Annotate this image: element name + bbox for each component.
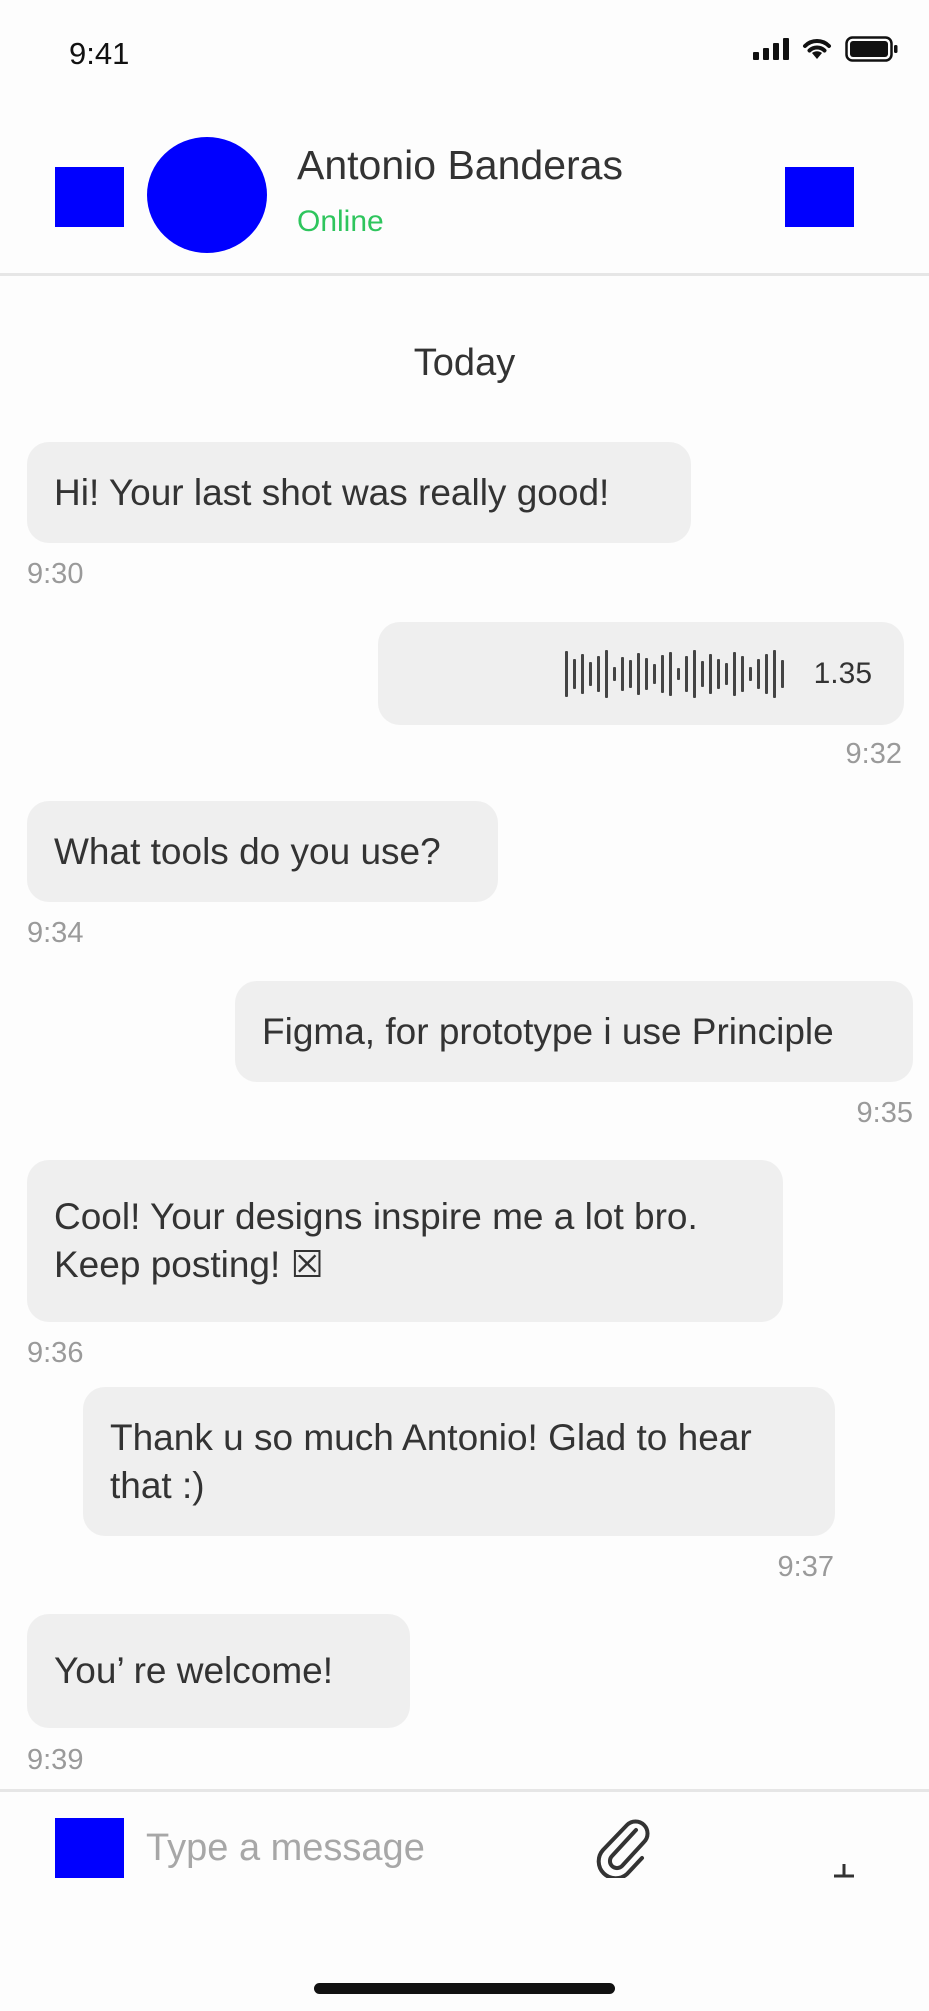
signal-icon — [753, 38, 789, 60]
waveform-bar — [620, 656, 624, 691]
voice-message-bubble[interactable]: 1.35 — [378, 622, 904, 725]
message-time: 9:36 — [27, 1337, 84, 1369]
waveform-bar — [692, 649, 696, 698]
waveform-bar — [636, 652, 640, 695]
message-text-line: Keep posting! ☒ — [54, 1244, 324, 1285]
paperclip-icon[interactable] — [592, 1812, 652, 1878]
message-text-line: Thank u so much Antonio! Glad to hear — [110, 1416, 752, 1458]
waveform-bar — [604, 649, 608, 698]
message-bubble-received[interactable]: Hi! Your last shot was really good! — [27, 442, 691, 543]
waveform-bar — [572, 658, 576, 689]
waveform-bar — [780, 659, 784, 688]
message-time: 9:34 — [27, 917, 84, 949]
contact-name: Antonio Banderas — [297, 142, 623, 188]
waveform-bar — [628, 659, 632, 688]
waveform-bar — [596, 655, 600, 692]
waveform-bar — [684, 655, 688, 692]
chat-header: Antonio Banderas Online — [0, 100, 929, 276]
waveform-bar — [700, 660, 704, 687]
wifi-icon — [803, 39, 831, 59]
message-text: Hi! Your last shot was really good! — [54, 471, 610, 513]
waveform-bar — [764, 653, 768, 694]
waveform-bar — [756, 658, 760, 689]
waveform-bar — [588, 661, 592, 686]
message-bubble-received[interactable]: Cool! Your designs inspire me a lot bro.… — [27, 1160, 783, 1322]
waveform-bar — [748, 666, 752, 681]
waveform-bar — [612, 666, 616, 681]
message-text-line: Cool! Your designs inspire me a lot bro. — [54, 1196, 698, 1237]
battery-icon — [845, 36, 898, 62]
waveform-bar — [716, 658, 720, 689]
status-time: 9:41 — [69, 36, 130, 71]
message-text: What tools do you use? — [54, 830, 441, 872]
waveform-bar — [772, 649, 776, 698]
waveform-bar — [724, 662, 728, 685]
message-bubble-received[interactable]: You’ re welcome! — [27, 1614, 410, 1728]
day-separator: Today — [413, 342, 516, 384]
waveform-bar — [676, 667, 680, 680]
waveform-bar — [732, 651, 736, 696]
chat-screen: 9:41 Antonio Banderas Online Today Hi! Y… — [0, 0, 929, 2011]
waveform-bar — [660, 654, 664, 693]
waveform-bar — [668, 651, 672, 696]
waveform-bar — [564, 650, 568, 697]
message-time: 9:37 — [777, 1551, 834, 1583]
waveform-bar — [652, 663, 656, 684]
waveform-bar — [580, 653, 584, 694]
status-icons — [753, 36, 899, 62]
message-input[interactable] — [146, 1816, 566, 1880]
emoji-icon[interactable] — [55, 1818, 124, 1878]
message-bubble-sent[interactable]: Thank u so much Antonio! Glad to hear th… — [83, 1387, 835, 1536]
home-indicator[interactable] — [314, 1983, 615, 1994]
back-button[interactable] — [55, 167, 124, 227]
message-composer — [0, 1789, 929, 2011]
menu-button[interactable] — [785, 167, 854, 227]
message-text: Figma, for prototype i use Principle — [262, 1010, 834, 1052]
waveform-bar — [708, 653, 712, 694]
waveform-bar — [644, 657, 648, 690]
message-bubble-received[interactable]: What tools do you use? — [27, 801, 498, 902]
message-text-line: that :) — [110, 1464, 205, 1506]
message-time: 9:39 — [27, 1744, 84, 1776]
contact-status: Online — [297, 205, 384, 238]
voice-duration: 1.35 — [813, 656, 872, 690]
waveform-bar — [740, 655, 744, 692]
message-text: You’ re welcome! — [54, 1650, 334, 1691]
message-time: 9:35 — [856, 1097, 913, 1129]
avatar[interactable] — [147, 137, 267, 253]
message-bubble-sent[interactable]: Figma, for prototype i use Principle — [235, 981, 913, 1082]
waveform[interactable] — [564, 644, 784, 704]
message-time: 9:32 — [845, 738, 902, 770]
send-icon[interactable] — [832, 1864, 856, 1878]
message-time: 9:30 — [27, 558, 84, 590]
